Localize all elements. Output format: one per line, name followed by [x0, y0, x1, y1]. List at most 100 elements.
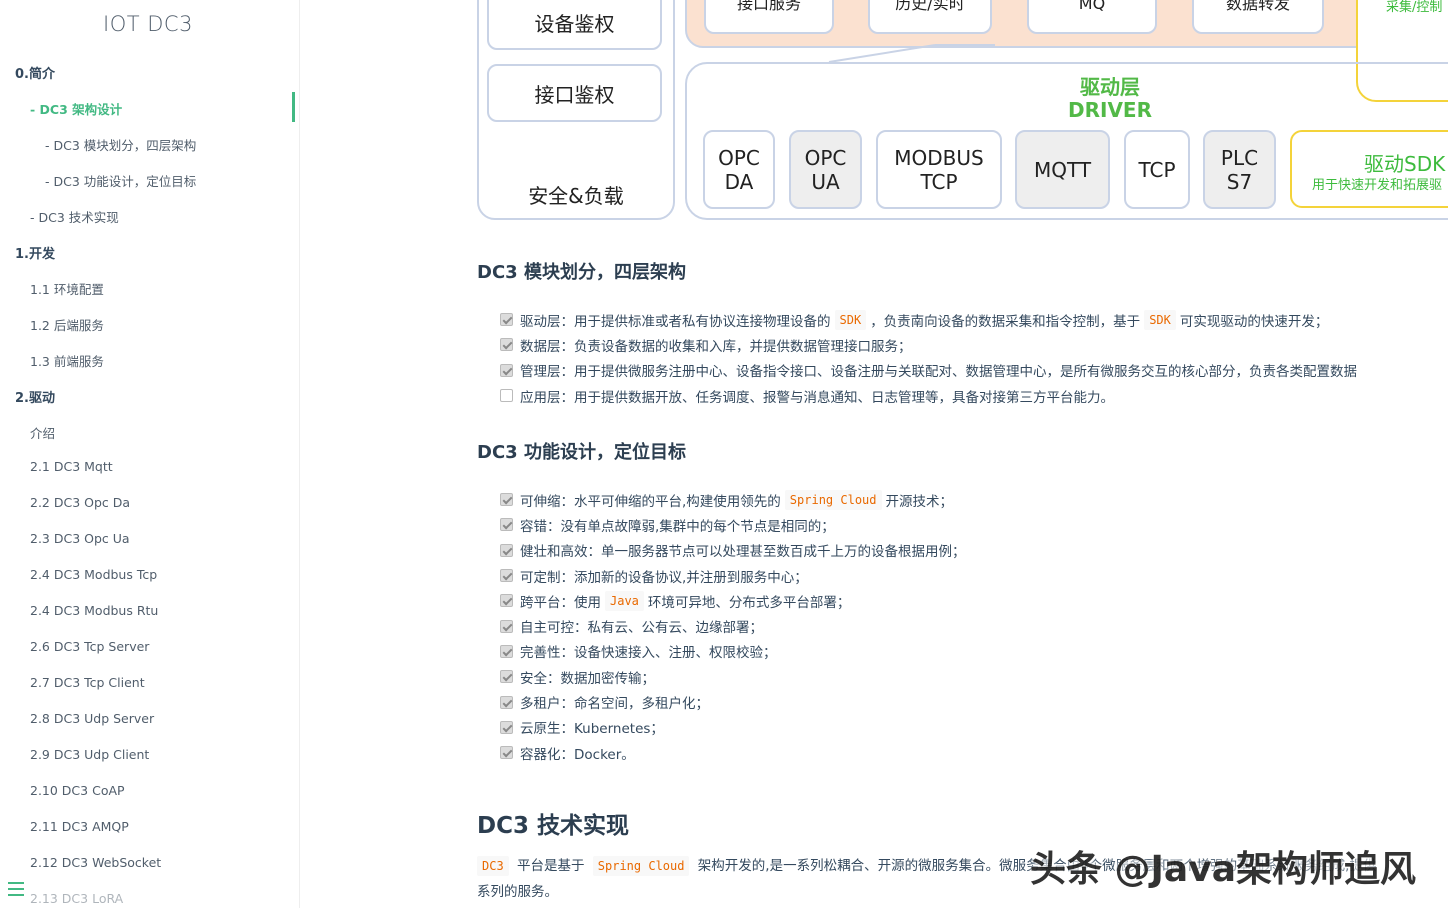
- sidebar-item-modbus-tcp[interactable]: 2.4 DC3 Modbus Tcp: [30, 567, 157, 582]
- driver-opc-ua: OPC UA: [789, 130, 862, 209]
- sidebar-item-coap[interactable]: 2.10 DC3 CoAP: [30, 783, 125, 798]
- driver-sdk-subtitle: 用于快速开发和拓展驱: [1312, 178, 1443, 193]
- sidebar-item-env[interactable]: 1.1 环境配置: [30, 279, 104, 298]
- task-text: 管理层：用于提供微服务注册中心、设备指令接口、设备注册与关联配对、数据管理中心，…: [520, 364, 1357, 381]
- driver-layer-title-en: DRIVER: [1068, 98, 1152, 122]
- checkbox[interactable]: [500, 493, 513, 507]
- task-item: 管理层：用于提供微服务注册中心、设备指令接口、设备注册与关联配对、数据管理中心，…: [500, 358, 1357, 383]
- task-text: 安全：数据加密传输；: [520, 670, 655, 687]
- driver-opc-ua-line1: OPC: [804, 146, 847, 170]
- sidebar-item-lora[interactable]: 2.13 DC3 LoRA: [30, 891, 123, 906]
- task-text: 可定制：添加新的设备协议,并注册到服务中心；: [520, 569, 808, 586]
- checkbox[interactable]: [500, 389, 513, 403]
- sidebar-item-intro[interactable]: 0.简介: [15, 63, 55, 82]
- inline-code: SDK: [1144, 309, 1176, 330]
- heading-features: DC3 功能设计，定位目标: [477, 442, 686, 463]
- sidebar-item-opc-ua[interactable]: 2.3 DC3 Opc Ua: [30, 531, 130, 546]
- driver-tcp: TCP: [1124, 130, 1190, 209]
- task-text: 跨平台：使用: [520, 594, 601, 611]
- task-item: 自主可控：私有云、公有云、边缘部署；: [500, 613, 966, 638]
- sidebar-item-tcp-server[interactable]: 2.6 DC3 Tcp Server: [30, 639, 149, 654]
- checkbox[interactable]: [500, 363, 513, 377]
- driver-modbus-tcp: MODBUS TCP: [876, 130, 1002, 209]
- sidebar-item-tech[interactable]: - DC3 技术实现: [30, 207, 119, 226]
- task-item: 云原生：Kubernetes；: [500, 715, 966, 740]
- sidebar-item-backend[interactable]: 1.2 后端服务: [30, 315, 104, 334]
- diagram-api-service: 接口服务: [704, 0, 834, 34]
- driver-plc-s7-line2: S7: [1226, 170, 1253, 194]
- task-text: 可伸缩：水平可伸缩的平台,构建使用领先的: [520, 493, 781, 510]
- app-title[interactable]: IOT DC3: [0, 12, 296, 36]
- checkbox[interactable]: [500, 695, 513, 709]
- tech-text: 平台是基于: [516, 858, 585, 874]
- driver-modbus-tcp-line2: TCP: [920, 170, 958, 194]
- checkbox[interactable]: [500, 720, 513, 734]
- checkbox[interactable]: [500, 670, 513, 684]
- task-item: 容器化：Docker。: [500, 740, 966, 765]
- collect-control-label: 采集/控制: [1386, 0, 1443, 15]
- sidebar-item-opc-da[interactable]: 2.2 DC3 Opc Da: [30, 495, 130, 510]
- task-item: 容错：没有单点故障弱,集群中的每个节点是相同的；: [500, 512, 966, 537]
- task-item: 驱动层：用于提供标准或者私有协议连接物理设备的 SDK ，负责南向设备的数据采集…: [500, 307, 1357, 332]
- diagram-history-realtime: 历史/实时: [868, 0, 992, 34]
- task-item: 健壮和高效：单一服务器节点可以处理甚至数百成千上万的设备根据用例；: [500, 538, 966, 563]
- heading-tech: DC3 技术实现: [477, 813, 629, 839]
- sidebar-item-mqtt[interactable]: 2.1 DC3 Mqtt: [30, 459, 113, 474]
- task-text: 环境可异地、分布式多平台部署；: [647, 594, 851, 611]
- diagram-mq: MQ: [1027, 0, 1157, 34]
- checkbox[interactable]: [500, 338, 513, 352]
- task-item: 跨平台：使用 Java 环境可异地、分布式多平台部署；: [500, 588, 966, 613]
- inline-code: Spring Cloud: [592, 856, 690, 876]
- sidebar-item-udp-server[interactable]: 2.8 DC3 Udp Server: [30, 711, 154, 726]
- menu-toggle-icon[interactable]: [8, 882, 26, 898]
- driver-opc-da-line1: OPC: [718, 146, 760, 170]
- driver-plc-s7: PLC S7: [1203, 130, 1276, 209]
- checkbox[interactable]: [500, 313, 513, 327]
- checkbox[interactable]: [500, 543, 513, 557]
- driver-opc-da: OPC DA: [703, 130, 775, 209]
- task-text: 健壮和高效：单一服务器节点可以处理甚至数百成千上万的设备根据用例；: [520, 544, 966, 561]
- inline-code: Spring Cloud: [784, 489, 882, 510]
- sidebar-item-modbus-rtu[interactable]: 2.4 DC3 Modbus Rtu: [30, 603, 158, 618]
- task-text: 云原生：Kubernetes；: [520, 721, 664, 738]
- sidebar-item-websocket[interactable]: 2.12 DC3 WebSocket: [30, 855, 161, 870]
- sidebar-item-architecture[interactable]: - DC3 架构设计: [30, 99, 122, 118]
- sidebar-item-features[interactable]: - DC3 功能设计，定位目标: [45, 171, 196, 190]
- driver-layer-title-cn: 驱动层: [1080, 75, 1140, 99]
- task-text: 容器化：Docker。: [520, 746, 635, 763]
- sidebar-item-amqp[interactable]: 2.11 DC3 AMQP: [30, 819, 129, 834]
- diagram-security-load: 安全&负载: [528, 184, 624, 208]
- inline-code: SDK: [834, 309, 867, 330]
- task-text: 可实现驱动的快速开发；: [1179, 313, 1329, 330]
- checkbox[interactable]: [500, 619, 513, 633]
- task-item: 完善性：设备快速接入、注册、权限校验；: [500, 639, 966, 664]
- checkbox[interactable]: [500, 594, 513, 608]
- driver-modbus-tcp-line1: MODBUS: [894, 146, 984, 170]
- driver-tcp-line1: TCP: [1138, 158, 1176, 182]
- sidebar-item-tcp-client[interactable]: 2.7 DC3 Tcp Client: [30, 675, 145, 690]
- diagram-api-auth: 接口鉴权: [487, 64, 662, 122]
- checkbox[interactable]: [500, 644, 513, 658]
- sidebar-item-udp-client[interactable]: 2.9 DC3 Udp Client: [30, 747, 149, 762]
- driver-sdk-title: 驱动SDK: [1364, 152, 1446, 176]
- driver-mqtt: MQTT: [1015, 130, 1110, 209]
- diagram-device-auth: 设备鉴权: [487, 0, 662, 50]
- sidebar-item-dev[interactable]: 1.开发: [15, 243, 55, 262]
- checkbox[interactable]: [500, 569, 513, 583]
- driver-sdk-box: 驱动SDK 用于快速开发和拓展驱: [1290, 130, 1448, 208]
- features-task-list: 可伸缩：水平可伸缩的平台,构建使用领先的 Spring Cloud 开源技术； …: [500, 487, 966, 765]
- sidebar-item-driver-intro[interactable]: 介绍: [30, 423, 55, 442]
- checkbox[interactable]: [500, 746, 513, 760]
- sidebar-item-driver[interactable]: 2.驱动: [15, 387, 55, 406]
- task-item: 可伸缩：水平可伸缩的平台,构建使用领先的 Spring Cloud 开源技术；: [500, 487, 966, 512]
- driver-layer-title: 驱动层 DRIVER: [1040, 76, 1180, 122]
- inline-code: Java: [605, 590, 644, 611]
- driver-opc-da-line2: DA: [724, 170, 754, 194]
- sidebar-item-frontend[interactable]: 1.3 前端服务: [30, 351, 104, 370]
- sidebar-item-modules[interactable]: - DC3 模块划分，四层架构: [45, 135, 196, 154]
- checkbox[interactable]: [500, 518, 513, 532]
- task-text: 多租户：命名空间，多租户化；: [520, 696, 709, 713]
- sidebar: IOT DC3 0.简介 - DC3 架构设计 - DC3 模块划分，四层架构 …: [0, 0, 300, 908]
- task-item: 多租户：命名空间，多租户化；: [500, 689, 966, 714]
- driver-plc-s7-line1: PLC: [1220, 146, 1259, 170]
